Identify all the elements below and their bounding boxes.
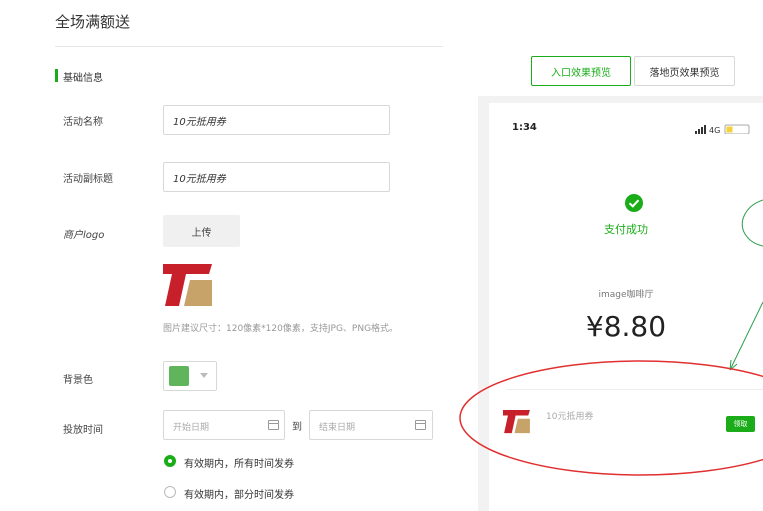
radio-all-time[interactable] <box>164 455 176 467</box>
start-date-input[interactable]: 开始日期 <box>163 410 285 440</box>
radio-all-time-label: 有效期内，所有时间发券 <box>184 459 294 470</box>
tab-entry-preview[interactable]: 入口效果预览 <box>531 56 631 86</box>
network-label: 4G <box>709 126 720 134</box>
title-divider <box>55 46 443 47</box>
signal-icon: 4G <box>695 124 750 134</box>
end-date-input[interactable]: 结束日期 <box>309 410 433 440</box>
activity-name-label: 活动名称 <box>63 117 103 128</box>
status-time: 1:34 <box>512 122 537 133</box>
logo-icon <box>163 260 214 308</box>
delivery-time-label: 投放时间 <box>63 425 103 436</box>
activity-subtitle-label: 活动副标题 <box>63 174 113 185</box>
logo-size-hint: 图片建议尺寸：120像素*120像素，支持JPG、PNG格式。 <box>163 324 399 334</box>
payment-amount: ¥8.80 <box>585 310 667 343</box>
end-date-placeholder: 结束日期 <box>319 423 356 433</box>
radio-partial-time-label: 有效期内，部分时间发券 <box>184 490 294 501</box>
activity-subtitle-input[interactable] <box>163 162 390 192</box>
calendar-icon <box>415 420 426 430</box>
section-title: 基础信息 <box>63 73 103 84</box>
calendar-icon <box>268 420 279 430</box>
phone-preview: 1:34 4G 支付成功 image咖啡厅 ¥8.80 10元抵用券 领取 <box>489 103 763 511</box>
merchant-name: image咖啡厅 <box>598 290 654 300</box>
background-color-picker[interactable] <box>163 361 217 391</box>
tab-landing-preview[interactable]: 落地页效果预览 <box>634 56 735 86</box>
upload-button[interactable]: 上传 <box>163 215 240 247</box>
check-circle-icon <box>625 194 643 212</box>
merchant-logo-label: 商户logo <box>63 230 105 241</box>
chevron-down-icon <box>200 373 208 378</box>
color-swatch <box>169 366 189 386</box>
section-accent-bar <box>55 69 58 82</box>
payment-success-text: 支付成功 <box>604 223 648 236</box>
radio-partial-time[interactable] <box>164 486 176 498</box>
background-color-label: 背景色 <box>63 375 93 386</box>
start-date-placeholder: 开始日期 <box>173 423 210 433</box>
claim-button[interactable]: 领取 <box>726 416 755 432</box>
logo-icon <box>503 410 530 434</box>
page-title: 全场满额送 <box>55 13 131 31</box>
activity-name-input[interactable] <box>163 105 390 135</box>
coupon-divider <box>507 389 763 390</box>
date-range-separator: 到 <box>292 422 302 433</box>
coupon-name: 10元抵用券 <box>546 412 594 422</box>
